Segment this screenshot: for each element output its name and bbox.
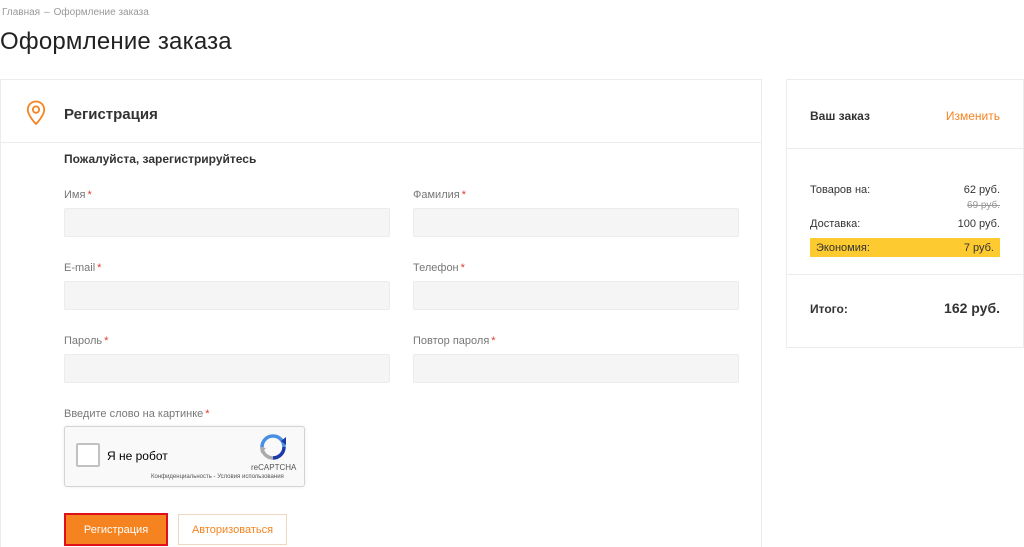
captcha-label: Введите слово на картинке * xyxy=(64,408,210,420)
email-input[interactable] xyxy=(64,281,390,310)
section-divider xyxy=(1,142,761,143)
required-mark: * xyxy=(87,189,92,201)
map-pin-icon xyxy=(26,100,46,126)
registration-panel: Регистрация Пожалуйста, зарегистрируйтес… xyxy=(0,79,762,547)
recaptcha-links[interactable]: Конфиденциальность - Условия использован… xyxy=(151,474,284,480)
required-mark: * xyxy=(97,262,102,274)
economy-row: Экономия: 7 руб. xyxy=(810,238,1000,257)
section-title: Регистрация xyxy=(64,106,158,123)
email-label: E-mail * xyxy=(64,262,102,274)
economy-value: 7 руб. xyxy=(963,241,994,254)
order-divider xyxy=(787,148,1023,149)
phone-input[interactable] xyxy=(413,281,739,310)
password-repeat-input[interactable] xyxy=(413,354,739,383)
form-subtitle: Пожалуйста, зарегистрируйтесь xyxy=(64,152,257,166)
total-row: Итого: 162 руб. xyxy=(810,300,1000,316)
order-edit-link[interactable]: Изменить xyxy=(946,109,1000,123)
delivery-value: 100 руб. xyxy=(957,218,1000,230)
first-name-input[interactable] xyxy=(64,208,390,237)
recaptcha-checkbox[interactable] xyxy=(76,443,100,467)
recaptcha-label: Я не робот xyxy=(107,449,168,463)
total-value: 162 руб. xyxy=(944,300,1000,316)
order-title: Ваш заказ xyxy=(810,109,870,123)
last-name-input[interactable] xyxy=(413,208,739,237)
goods-old-value: 69 руб. xyxy=(967,200,1000,211)
breadcrumb: Главная – Оформление заказа xyxy=(2,7,149,18)
order-summary-panel: Ваш заказ Изменить Товаров на: 62 руб. 6… xyxy=(786,79,1024,348)
password-label: Пароль * xyxy=(64,335,109,347)
required-mark: * xyxy=(461,189,466,201)
required-mark: * xyxy=(205,408,210,420)
breadcrumb-current: Оформление заказа xyxy=(53,7,149,18)
register-button[interactable]: Регистрация xyxy=(64,513,168,546)
page-title: Оформление заказа xyxy=(0,28,232,55)
breadcrumb-home-link[interactable]: Главная xyxy=(2,7,40,18)
total-label: Итого: xyxy=(810,302,848,316)
password-repeat-label: Повтор пароля * xyxy=(413,335,496,347)
first-name-label: Имя * xyxy=(64,189,92,201)
goods-row: Товаров на: 62 руб. xyxy=(810,184,1000,196)
required-mark: * xyxy=(460,262,465,274)
required-mark: * xyxy=(104,335,109,347)
goods-label: Товаров на: xyxy=(810,184,871,196)
delivery-row: Доставка: 100 руб. xyxy=(810,218,1000,230)
breadcrumb-separator: – xyxy=(44,7,50,18)
password-input[interactable] xyxy=(64,354,390,383)
recaptcha-brand: reCAPTCHA xyxy=(251,463,297,472)
last-name-label: Фамилия * xyxy=(413,189,466,201)
login-button[interactable]: Авторизоваться xyxy=(178,514,287,545)
recaptcha-logo-icon xyxy=(260,434,286,460)
economy-label: Экономия: xyxy=(816,241,870,254)
delivery-label: Доставка: xyxy=(810,218,861,230)
recaptcha-widget: Я не робот reCAPTCHA Конфиденциальность … xyxy=(64,426,305,487)
phone-label: Телефон * xyxy=(413,262,465,274)
required-mark: * xyxy=(491,335,496,347)
order-divider xyxy=(787,274,1023,275)
goods-value: 62 руб. xyxy=(963,184,1000,196)
